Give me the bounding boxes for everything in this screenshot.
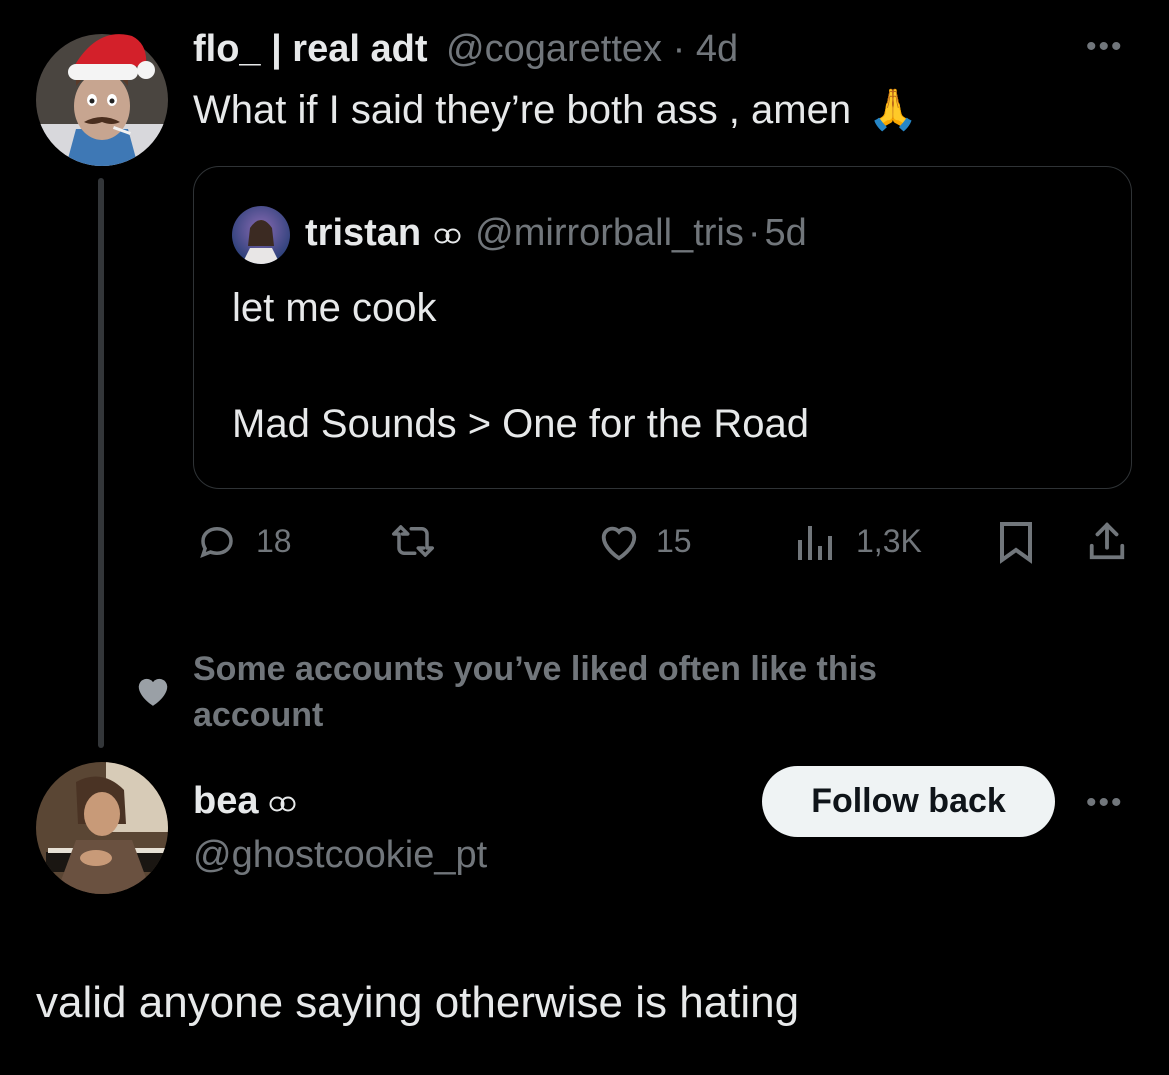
quoted-author-name[interactable]: tristan — [305, 212, 421, 255]
reply-count: 18 — [256, 522, 292, 559]
suggested-name-row: bea — [193, 780, 298, 823]
quoted-handle[interactable]: @mirrorball_tris — [475, 212, 744, 255]
author-name[interactable]: flo_ | real adt — [193, 28, 427, 70]
quoted-text-line2: Mad Sounds > One for the Road — [232, 402, 810, 446]
avatar-tristan[interactable] — [232, 206, 290, 264]
social-context-text: Some accounts you’ve liked often like th… — [193, 650, 877, 734]
share-icon — [1089, 522, 1125, 560]
infinity-icon — [269, 796, 296, 811]
thread-connector-line — [98, 178, 104, 748]
bookmark-action[interactable] — [998, 520, 1034, 564]
like-count: 15 — [656, 522, 692, 559]
view-count: 1,3K — [856, 522, 922, 559]
more-dots-icon[interactable]: ••• — [1086, 786, 1124, 820]
suggested-handle[interactable]: @ghostcookie_pt — [193, 834, 487, 877]
like-action[interactable]: 15 — [596, 520, 692, 562]
separator: · — [747, 212, 761, 254]
tweet-time[interactable]: 4d — [696, 28, 738, 70]
author-handle[interactable]: @cogarettex — [446, 28, 662, 70]
suggested-name[interactable]: bea — [193, 780, 258, 823]
tweet-text-body: What if I said they’re both ass , amen — [193, 88, 852, 132]
reply-action[interactable]: 18 — [196, 520, 292, 562]
separator: · — [672, 28, 686, 70]
santa-hat-icon — [68, 34, 155, 80]
reply-text: valid anyone saying otherwise is hating — [36, 978, 800, 1027]
avatar-bea[interactable] — [36, 762, 168, 894]
tweet-text: What if I said they’re both ass , amen 🙏 — [193, 86, 918, 133]
praying-hands-icon: 🙏 — [868, 88, 919, 132]
tweet-header: flo_ | real adt @cogarettex · 4d — [193, 28, 738, 71]
heart-icon — [138, 678, 168, 706]
share-action[interactable] — [1086, 520, 1128, 564]
more-dots-icon[interactable]: ••• — [1086, 30, 1124, 64]
infinity-icon — [434, 228, 461, 243]
heart-outline-icon — [601, 526, 637, 561]
views-action[interactable]: 1,3K — [796, 520, 922, 562]
reply-icon — [200, 526, 233, 558]
quoted-time[interactable]: 5d — [765, 212, 807, 255]
retweet-action[interactable] — [390, 520, 436, 562]
quoted-header: tristan @mirrorball_tris · 5d — [305, 212, 807, 255]
retweet-icon — [392, 525, 434, 557]
bookmark-icon — [1000, 522, 1032, 564]
quoted-text-line1: let me cook — [232, 286, 437, 330]
follow-back-button[interactable]: Follow back — [762, 766, 1055, 837]
views-bar-icon — [798, 526, 832, 560]
